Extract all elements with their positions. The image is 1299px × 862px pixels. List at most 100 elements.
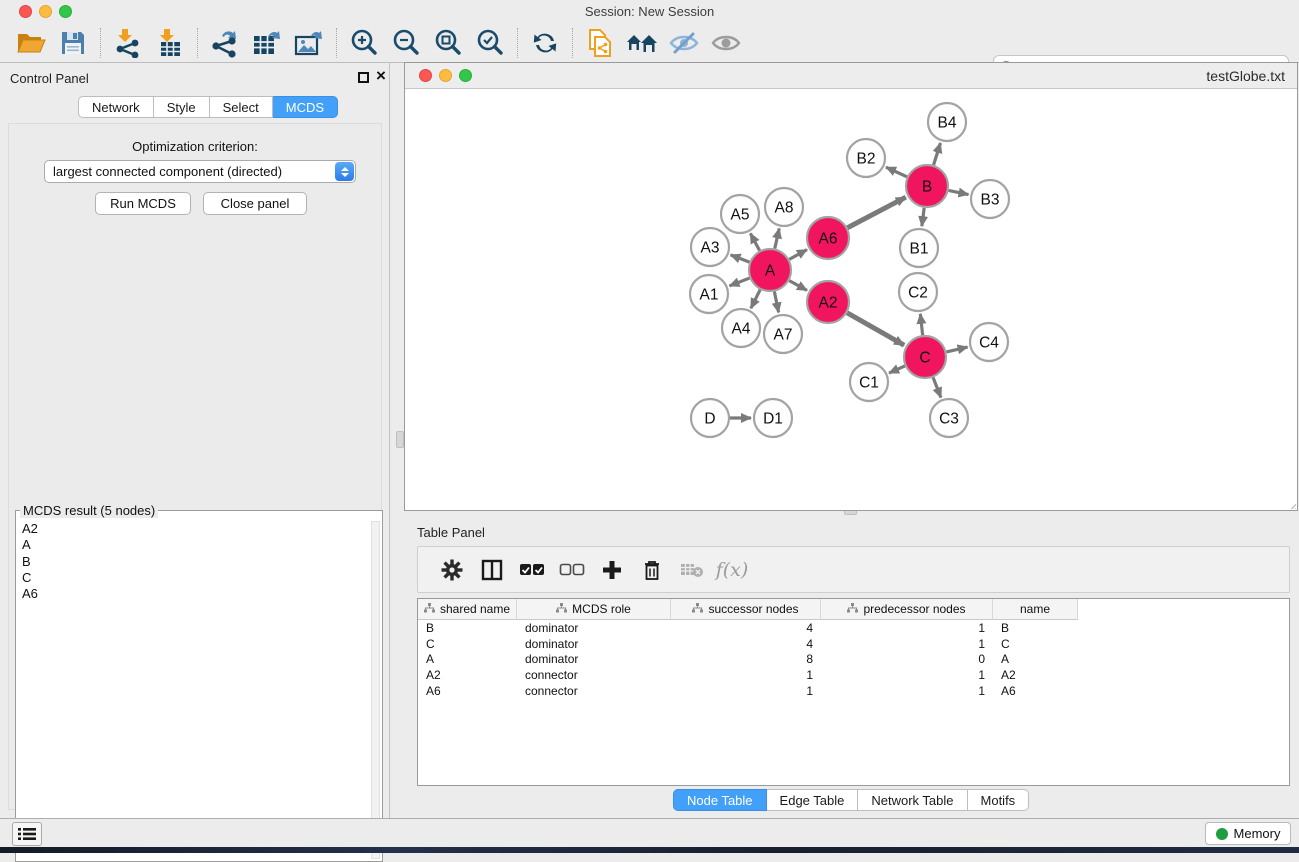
column-header-successor-nodes[interactable]: successor nodes <box>671 599 821 620</box>
delete-table-button[interactable] <box>672 553 712 587</box>
graph-edge-A-A5[interactable] <box>750 233 759 250</box>
graph-edge-A-A4[interactable] <box>751 290 760 309</box>
graph-node-A6[interactable]: A6 <box>807 217 849 259</box>
mcds-result-item[interactable]: A6 <box>18 586 370 602</box>
resize-grip[interactable] <box>1282 495 1296 509</box>
graph-edge-B-B4[interactable] <box>934 143 941 165</box>
graph-node-D[interactable]: D <box>691 399 729 437</box>
tab-edge-table[interactable]: Edge Table <box>767 789 859 811</box>
zoom-selected-button[interactable] <box>469 26 511 60</box>
graph-node-A4[interactable]: A4 <box>722 309 760 347</box>
graph-node-A1[interactable]: A1 <box>690 275 728 313</box>
graph-node-A5[interactable]: A5 <box>721 195 759 233</box>
mcds-result-item[interactable]: C <box>18 570 370 586</box>
float-panel-icon[interactable] <box>358 72 369 83</box>
show-graphics-details-button[interactable] <box>705 26 747 60</box>
graph-node-A2[interactable]: A2 <box>807 281 849 323</box>
table-row[interactable]: Adominator80A <box>418 652 1289 668</box>
zoom-view-button[interactable] <box>459 69 472 82</box>
graph-node-A7[interactable]: A7 <box>764 315 802 353</box>
node-table[interactable]: shared nameMCDS rolesuccessor nodesprede… <box>417 598 1290 786</box>
graph-node-C2[interactable]: C2 <box>899 273 937 311</box>
import-network-button[interactable] <box>107 26 149 60</box>
table-row[interactable]: Cdominator41C <box>418 636 1289 652</box>
graph-node-C3[interactable]: C3 <box>930 399 968 437</box>
save-session-button[interactable] <box>52 26 94 60</box>
graph-node-B1[interactable]: B1 <box>900 229 938 267</box>
graph-node-C[interactable]: C <box>904 336 946 378</box>
column-header-shared-name[interactable]: shared name <box>418 599 517 620</box>
graph-node-B3[interactable]: B3 <box>971 180 1009 218</box>
tab-motifs[interactable]: Motifs <box>968 789 1030 811</box>
close-panel-icon[interactable]: × <box>376 66 386 86</box>
graph-edge-A-A3[interactable] <box>731 255 750 262</box>
graph-node-D1[interactable]: D1 <box>754 399 792 437</box>
graph-node-C1[interactable]: C1 <box>850 363 888 401</box>
add-column-button[interactable] <box>592 553 632 587</box>
refresh-view-button[interactable] <box>524 26 566 60</box>
first-neighbors-button[interactable] <box>621 26 663 60</box>
graph-node-A[interactable]: A <box>749 249 791 291</box>
graph-node-B4[interactable]: B4 <box>928 103 966 141</box>
graph-node-B2[interactable]: B2 <box>847 139 885 177</box>
mcds-result-item[interactable]: A <box>18 537 370 553</box>
graph-edge-C-C4[interactable] <box>946 347 967 352</box>
column-header-predecessor-nodes[interactable]: predecessor nodes <box>821 599 993 620</box>
graph-node-A3[interactable]: A3 <box>691 228 729 266</box>
open-session-button[interactable] <box>10 26 52 60</box>
vertical-splitter-handle[interactable] <box>396 431 404 448</box>
import-table-button[interactable] <box>149 26 191 60</box>
show-columns-button[interactable] <box>472 553 512 587</box>
table-row[interactable]: A2connector11A2 <box>418 667 1289 683</box>
network-canvas[interactable]: A A1 A3 A4 A5 A7 A8A6 A2 B B1 B2 B3 B4 C C1 C2 C3C4 D D1 <box>405 89 1297 510</box>
graph-edge-B-B3[interactable] <box>949 190 969 194</box>
tab-network-table[interactable]: Network Table <box>858 789 967 811</box>
graph-edge-A6-B[interactable] <box>847 197 905 228</box>
tab-network[interactable]: Network <box>78 96 154 118</box>
zoom-fit-button[interactable] <box>427 26 469 60</box>
graph-edge-C-C3[interactable] <box>933 377 941 397</box>
graph-edge-B-B1[interactable] <box>922 208 924 226</box>
select-all-button[interactable] <box>512 553 552 587</box>
memory-button[interactable]: Memory <box>1205 822 1291 845</box>
close-view-button[interactable] <box>419 69 432 82</box>
tab-style[interactable]: Style <box>154 96 210 118</box>
table-row[interactable]: Bdominator41B <box>418 620 1289 636</box>
mcds-result-item[interactable]: A2 <box>18 521 370 537</box>
criterion-dropdown[interactable]: largest connected component (directed) <box>44 160 356 183</box>
graph-node-C4[interactable]: C4 <box>970 323 1008 361</box>
export-table-button[interactable] <box>246 26 288 60</box>
zoom-out-button[interactable] <box>385 26 427 60</box>
tab-mcds[interactable]: MCDS <box>273 96 338 118</box>
export-network-button[interactable] <box>204 26 246 60</box>
export-image-button[interactable] <box>288 26 330 60</box>
delete-column-button[interactable] <box>632 553 672 587</box>
function-builder-button[interactable]: f(x) <box>712 553 752 587</box>
column-header-MCDS-role[interactable]: MCDS role <box>517 599 671 620</box>
hide-graphics-details-button[interactable] <box>663 26 705 60</box>
graph-edge-C-C2[interactable] <box>920 314 922 335</box>
graph-node-B[interactable]: B <box>906 165 948 207</box>
run-mcds-button[interactable]: Run MCDS <box>95 192 191 215</box>
minimize-view-button[interactable] <box>439 69 452 82</box>
zoom-in-button[interactable] <box>343 26 385 60</box>
column-header-name[interactable]: name <box>993 599 1078 620</box>
new-network-from-selection-button[interactable] <box>579 26 621 60</box>
table-row[interactable]: A6connector11A6 <box>418 683 1289 699</box>
graph-edge-C-C1[interactable] <box>889 366 905 373</box>
deselect-all-button[interactable] <box>552 553 592 587</box>
tab-select[interactable]: Select <box>210 96 273 118</box>
task-history-button[interactable] <box>12 822 42 846</box>
graph-edge-B-B2[interactable] <box>886 167 907 177</box>
tab-node-table[interactable]: Node Table <box>673 789 767 811</box>
graph-edge-A-A6[interactable] <box>789 250 807 260</box>
graph-edge-A-A1[interactable] <box>729 278 749 286</box>
graph-edge-A2-C[interactable] <box>847 313 904 345</box>
graph-edge-A-A7[interactable] <box>774 292 778 313</box>
column-settings-button[interactable] <box>432 553 472 587</box>
result-scrollbar[interactable] <box>371 521 380 859</box>
graph-node-A8[interactable]: A8 <box>765 188 803 226</box>
mcds-result-item[interactable]: B <box>18 554 370 570</box>
close-panel-button[interactable]: Close panel <box>203 192 307 215</box>
graph-edge-A-A2[interactable] <box>789 281 807 291</box>
